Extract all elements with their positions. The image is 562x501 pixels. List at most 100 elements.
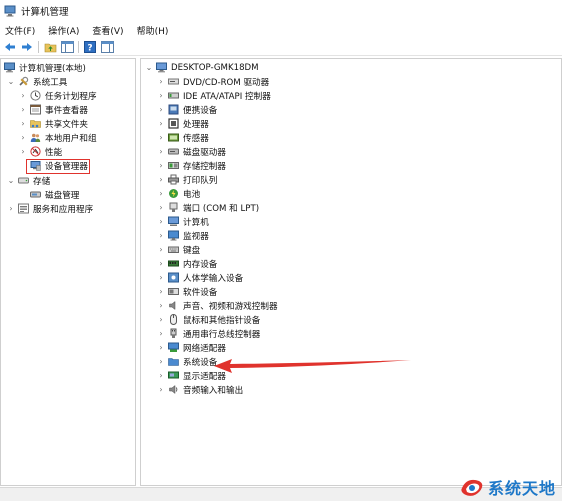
tree-node-task-scheduler[interactable]: › 任务计划程序 [18, 89, 97, 102]
device-category[interactable]: › 音频输入和输出 [156, 383, 243, 396]
chevron-right-icon[interactable]: › [156, 161, 166, 171]
tree-node-system-tools[interactable]: ⌄ 系统工具 [6, 75, 67, 88]
device-category[interactable]: › 声音、视频和游戏控制器 [156, 299, 278, 312]
menu-help[interactable]: 帮助(H) [137, 24, 169, 37]
properties-pane-icon[interactable] [100, 40, 114, 54]
tree-root[interactable]: 计算机管理(本地) [4, 61, 86, 74]
chevron-right-icon[interactable]: › [156, 329, 166, 339]
device-category-label: 处理器 [183, 119, 209, 130]
back-arrow-icon[interactable] [3, 40, 17, 54]
performance-icon [30, 146, 41, 157]
device-category[interactable]: › 人体学输入设备 [156, 271, 243, 284]
ide-controller-icon [168, 90, 179, 101]
chevron-right-icon[interactable]: › [156, 371, 166, 381]
device-category[interactable]: › 便携设备 [156, 103, 217, 116]
menu-view[interactable]: 查看(V) [92, 24, 123, 37]
device-category-label: 便携设备 [183, 105, 218, 116]
device-category[interactable]: › DVD/CD-ROM 驱动器 [156, 75, 269, 88]
show-hide-tree-icon[interactable] [60, 40, 74, 54]
device-category[interactable]: › 监视器 [156, 229, 209, 242]
device-category[interactable]: › 网络适配器 [156, 341, 226, 354]
device-category[interactable]: › 内存设备 [156, 257, 217, 270]
chevron-right-icon[interactable]: › [156, 133, 166, 143]
device-category[interactable]: › 计算机 [156, 215, 209, 228]
tree-node-event-viewer[interactable]: › 事件查看器 [18, 103, 88, 116]
device-category-label: 打印队列 [183, 175, 218, 186]
desktop-computer-icon [156, 62, 167, 73]
chevron-right-icon[interactable]: › [156, 147, 166, 157]
chevron-right-icon[interactable]: › [18, 105, 28, 115]
chevron-right-icon[interactable]: › [156, 273, 166, 283]
chevron-right-icon[interactable]: › [156, 343, 166, 353]
title-bar: 计算机管理 [0, 0, 562, 22]
device-category[interactable]: › 通用串行总线控制器 [156, 327, 260, 340]
port-icon [168, 202, 179, 213]
chevron-right-icon[interactable]: › [156, 119, 166, 129]
menu-action[interactable]: 操作(A) [48, 24, 79, 37]
event-viewer-icon [30, 104, 41, 115]
chevron-right-icon[interactable]: › [156, 175, 166, 185]
toolbar-separator [78, 40, 79, 53]
tree-node-disk-management[interactable]: 磁盘管理 [30, 188, 79, 201]
device-category[interactable]: › 存储控制器 [156, 159, 226, 172]
device-category[interactable]: › 打印队列 [156, 173, 217, 186]
chevron-right-icon[interactable]: › [18, 147, 28, 157]
device-category[interactable]: › 磁盘驱动器 [156, 145, 226, 158]
chevron-right-icon[interactable]: › [156, 287, 166, 297]
device-category[interactable]: › 电池 [156, 187, 200, 200]
chevron-down-icon[interactable]: ⌄ [6, 77, 16, 87]
chevron-right-icon[interactable]: › [156, 301, 166, 311]
chevron-right-icon[interactable]: › [156, 245, 166, 255]
tree-node-performance[interactable]: › 性能 [18, 145, 62, 158]
tree-node-local-users[interactable]: › 本地用户和组 [18, 131, 96, 144]
device-category[interactable]: › IDE ATA/ATAPI 控制器 [156, 89, 270, 102]
device-category[interactable]: › 端口 (COM 和 LPT) [156, 201, 259, 214]
device-tree-root[interactable]: ⌄ DESKTOP-GMK18DM [144, 61, 259, 74]
tree-node-storage[interactable]: ⌄ 存储 [6, 174, 51, 187]
annotation-arrow [214, 359, 411, 373]
toolbar-separator [38, 40, 39, 53]
chevron-right-icon[interactable]: › [18, 119, 28, 129]
device-category-label: 电池 [183, 189, 201, 200]
disk-management-icon [30, 189, 41, 200]
tree-node-shared-folders[interactable]: › 共享文件夹 [18, 117, 88, 130]
device-tree-pane[interactable]: ⌄ DESKTOP-GMK18DM › DVD/CD-ROM 驱动器 › IDE… [140, 58, 562, 486]
chevron-right-icon[interactable]: › [156, 259, 166, 269]
console-tree-pane[interactable]: 计算机管理(本地) ⌄ 系统工具 › 任务计划程序 › 事件查看器 › 共享文件… [0, 58, 136, 486]
tree-node-services[interactable]: › 服务和应用程序 [6, 202, 93, 215]
chevron-right-icon[interactable]: › [156, 315, 166, 325]
device-category-label: 监视器 [183, 231, 209, 242]
chevron-right-icon[interactable]: › [156, 385, 166, 395]
tree-label-system-tools: 系统工具 [33, 77, 68, 88]
forward-arrow-icon[interactable] [20, 40, 34, 54]
chevron-right-icon[interactable]: › [156, 77, 166, 87]
device-category-label: 声音、视频和游戏控制器 [183, 301, 278, 312]
up-folder-icon[interactable] [43, 40, 57, 54]
chevron-right-icon[interactable]: › [156, 91, 166, 101]
device-category-label: 音频输入和输出 [183, 385, 244, 396]
menu-file[interactable]: 文件(F) [5, 24, 35, 37]
chevron-right-icon[interactable]: › [156, 189, 166, 199]
chevron-right-icon[interactable]: › [6, 204, 16, 214]
device-category[interactable]: › 处理器 [156, 117, 209, 130]
chevron-right-icon[interactable]: › [156, 357, 166, 367]
tree-label-event-viewer: 事件查看器 [45, 105, 88, 116]
computer-icon [168, 216, 179, 227]
chevron-right-icon[interactable]: › [156, 203, 166, 213]
chevron-right-icon[interactable]: › [156, 231, 166, 241]
chevron-right-icon[interactable]: › [18, 133, 28, 143]
device-category-label: DVD/CD-ROM 驱动器 [183, 77, 270, 88]
device-category-label: 内存设备 [183, 259, 218, 270]
device-category[interactable]: › 传感器 [156, 131, 208, 144]
help-icon[interactable]: ? [83, 40, 97, 54]
chevron-right-icon[interactable]: › [156, 105, 166, 115]
chevron-right-icon[interactable]: › [156, 217, 166, 227]
device-category[interactable]: › 鼠标和其他指针设备 [156, 313, 260, 326]
chevron-right-icon[interactable]: › [18, 91, 28, 101]
device-category[interactable]: › 软件设备 [156, 285, 217, 298]
chevron-down-icon[interactable]: ⌄ [6, 176, 16, 186]
chevron-down-icon[interactable]: ⌄ [144, 63, 154, 73]
device-category[interactable]: › 系统设备 [156, 355, 217, 368]
device-category[interactable]: › 键盘 [156, 243, 200, 256]
tree-root-label: 计算机管理(本地) [19, 63, 86, 74]
